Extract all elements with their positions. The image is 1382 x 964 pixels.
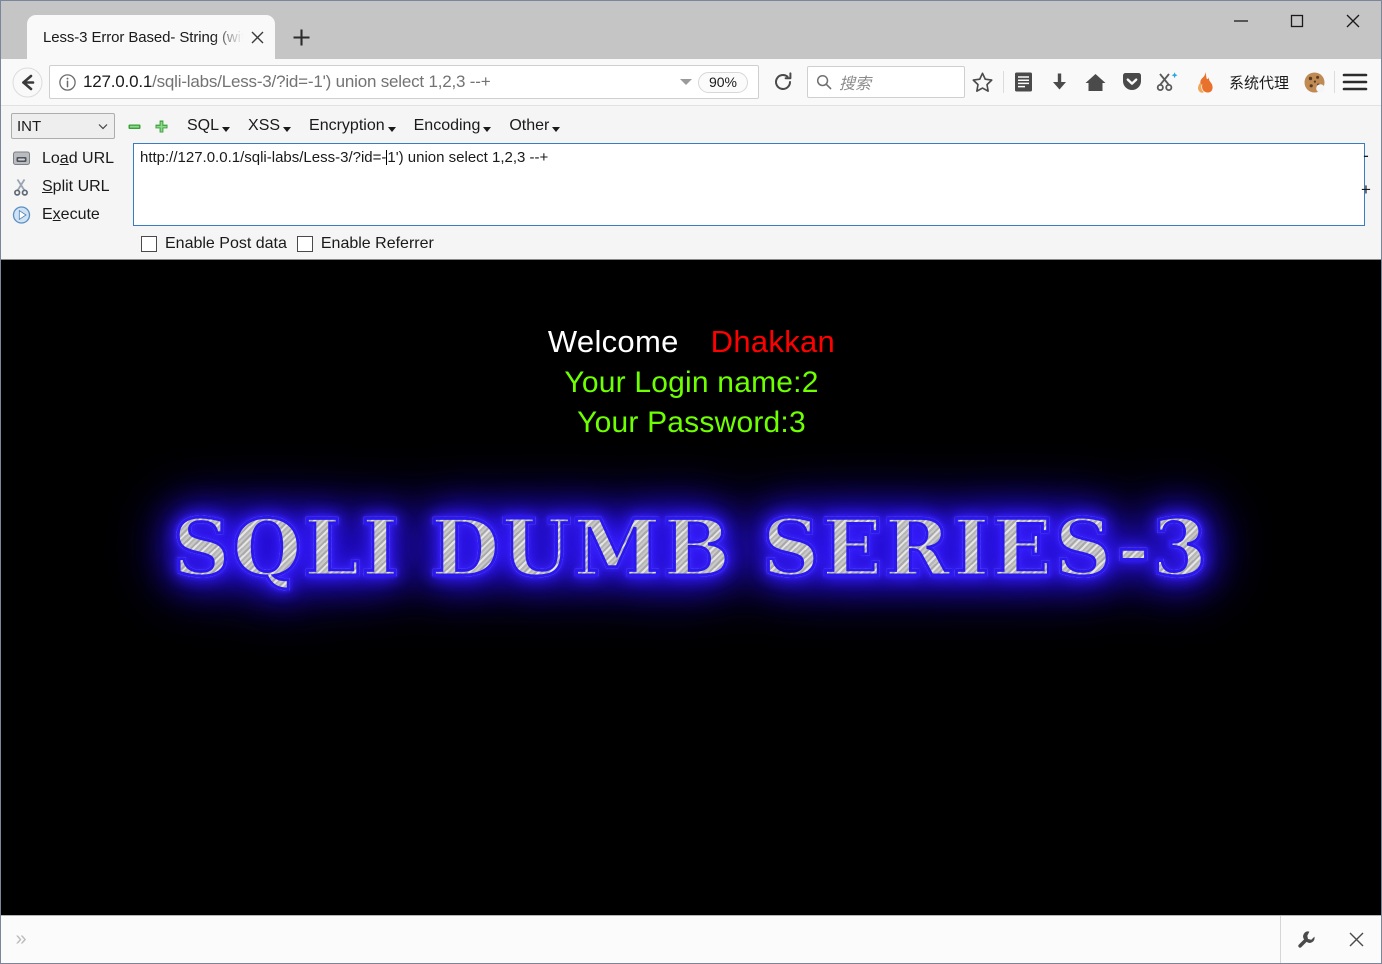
reader-view-icon[interactable] (1006, 64, 1042, 100)
wrench-icon[interactable] (1281, 916, 1331, 963)
address-bar-text: 127.0.0.1/sqli-labs/Less-3/?id=-1') unio… (77, 72, 674, 92)
hackbar-actions: Load URL Split URL Execute (7, 143, 133, 229)
home-icon[interactable] (1078, 64, 1114, 100)
hackbar-url-textarea[interactable]: http://127.0.0.1/sqli-labs/Less-3/?id=-1… (133, 143, 1365, 226)
load-url-button[interactable]: Load URL (7, 145, 133, 173)
hackbar-grow-button[interactable]: + (1361, 180, 1371, 200)
enable-referrer-label: Enable Referrer (320, 235, 434, 252)
welcome-line: Welcome Dhakkan (2, 324, 1381, 360)
hackbar-menu-sql-label: SQL (187, 117, 220, 134)
hackbar-menu-encryption-label: Encryption (309, 117, 385, 134)
reload-button[interactable] (765, 64, 801, 100)
checkbox-box[interactable] (141, 236, 157, 252)
chevron-down-icon (552, 126, 561, 132)
tab-close-icon[interactable] (245, 25, 269, 49)
checkbox-box[interactable] (296, 236, 313, 252)
hackbar-menu-encryption[interactable]: Encryption (309, 117, 396, 135)
split-url-icon (11, 177, 32, 197)
tab-title: Less-3 Error Based- String (with Twist) (43, 28, 245, 46)
hackbar-menu-sql[interactable]: SQL (187, 117, 231, 135)
back-button[interactable] (9, 64, 45, 100)
hackbar-main-row: Load URL Split URL Execute http://127.0.… (1, 143, 1381, 229)
welcome-word: Welcome (547, 324, 679, 359)
title-bar: Less-3 Error Based- String (with Twist) (1, 1, 1381, 59)
fire-icon[interactable] (1186, 64, 1222, 100)
hackbar-menu-encoding[interactable]: Encoding (414, 117, 492, 135)
chevron-down-icon (387, 126, 396, 132)
hackbar-plus-icon[interactable] (154, 119, 169, 134)
screenshot-icon[interactable] (1150, 64, 1186, 100)
load-url-label: Load URL (42, 150, 115, 167)
hackbar-menu-row: INT SQL XSS Encryption Encoding Other (1, 110, 1381, 143)
hackbar-url-after: 1') union select 1,2,3 --+ (387, 149, 549, 166)
window-controls (1213, 1, 1381, 41)
browser-window: Less-3 Error Based- String (with Twist) (0, 0, 1382, 964)
split-url-button[interactable]: Split URL (7, 173, 133, 201)
search-icon (816, 74, 832, 90)
url-query: ?id=-1') union select 1,2,3 --+ (276, 72, 491, 91)
sqli-logo-text: SQLI DUMB SERIES-3 (172, 494, 1210, 604)
hackbar-menu-xss-label: XSS (248, 117, 281, 134)
hackbar-shrink-button[interactable]: - (1363, 146, 1369, 166)
close-devtools-icon[interactable] (1331, 916, 1381, 963)
hackbar-options-row: Enable Post data Enable Referrer (1, 229, 1381, 259)
hackbar-menu-other-label: Other (509, 117, 550, 134)
hackbar-panel: INT SQL XSS Encryption Encoding Other Lo… (1, 106, 1381, 260)
url-host: 127.0.0.1 (83, 72, 153, 91)
close-button[interactable] (1325, 1, 1381, 41)
new-tab-button[interactable] (281, 17, 321, 57)
chevron-down-icon (222, 126, 231, 132)
pocket-icon[interactable] (1114, 64, 1150, 100)
toolbar-divider (1002, 71, 1004, 93)
download-icon[interactable] (1042, 64, 1078, 100)
execute-label: Execute (42, 206, 100, 223)
execute-button[interactable]: Execute (7, 201, 133, 229)
hackbar-type-select[interactable]: INT (11, 113, 115, 139)
hackbar-menu-other[interactable]: Other (509, 117, 561, 135)
menu-icon[interactable] (1337, 64, 1373, 100)
chevron-down-icon (283, 126, 292, 132)
enable-post-data-checkbox[interactable]: Enable Post data (141, 235, 287, 253)
hackbar-type-value: INT (17, 117, 42, 135)
hackbar-menu-xss[interactable]: XSS (248, 117, 292, 135)
address-bar[interactable]: 127.0.0.1/sqli-labs/Less-3/?id=-1') unio… (49, 65, 759, 99)
chevron-down-icon[interactable] (674, 70, 698, 94)
page-info-icon[interactable] (58, 73, 77, 92)
sqli-logo: SQLI DUMB SERIES-3 (2, 494, 1381, 614)
welcome-username: Dhakkan (710, 324, 836, 359)
enable-referrer-checkbox[interactable]: Enable Referrer (296, 235, 434, 253)
enable-post-data-label: Enable Post data (165, 235, 287, 252)
maximize-button[interactable] (1269, 1, 1325, 41)
password-line: Your Password:3 (577, 406, 806, 439)
load-url-icon (11, 149, 32, 169)
devtools-bar: » (1, 915, 1381, 963)
hackbar-url-before: http://127.0.0.1/sqli-labs/Less-3/?id=- (140, 149, 387, 166)
hackbar-size-controls: - + (1355, 146, 1377, 200)
split-url-label: Split URL (42, 178, 110, 195)
toolbar-divider-2 (1334, 71, 1335, 93)
search-bar[interactable]: 搜索 (806, 66, 965, 98)
proxy-status-label[interactable]: 系统代理 (1229, 72, 1289, 93)
chevron-down-icon (483, 126, 492, 132)
browser-tab[interactable]: Less-3 Error Based- String (with Twist) (27, 15, 275, 59)
url-path: /sqli-labs/Less-3/ (152, 72, 277, 91)
hackbar-menu-encoding-label: Encoding (413, 117, 481, 134)
expand-toolbar-button[interactable]: » (1, 928, 41, 951)
cookie-icon[interactable] (1296, 64, 1332, 100)
minimize-button[interactable] (1213, 1, 1269, 41)
hackbar-minus-icon[interactable] (127, 119, 142, 134)
zoom-level-badge[interactable]: 90% (697, 71, 748, 93)
page-content: Welcome Dhakkan Your Login name:2 Your Pa… (1, 260, 1381, 915)
welcome-block: Welcome Dhakkan Your Login name:2 Your Pa… (2, 260, 1381, 440)
bookmark-star-icon[interactable] (965, 64, 1001, 100)
login-name-line: Your Login name:2 (564, 366, 819, 399)
search-input-placeholder: 搜索 (838, 76, 871, 93)
navigation-toolbar: 127.0.0.1/sqli-labs/Less-3/?id=-1') unio… (1, 59, 1381, 106)
execute-icon (11, 205, 32, 225)
